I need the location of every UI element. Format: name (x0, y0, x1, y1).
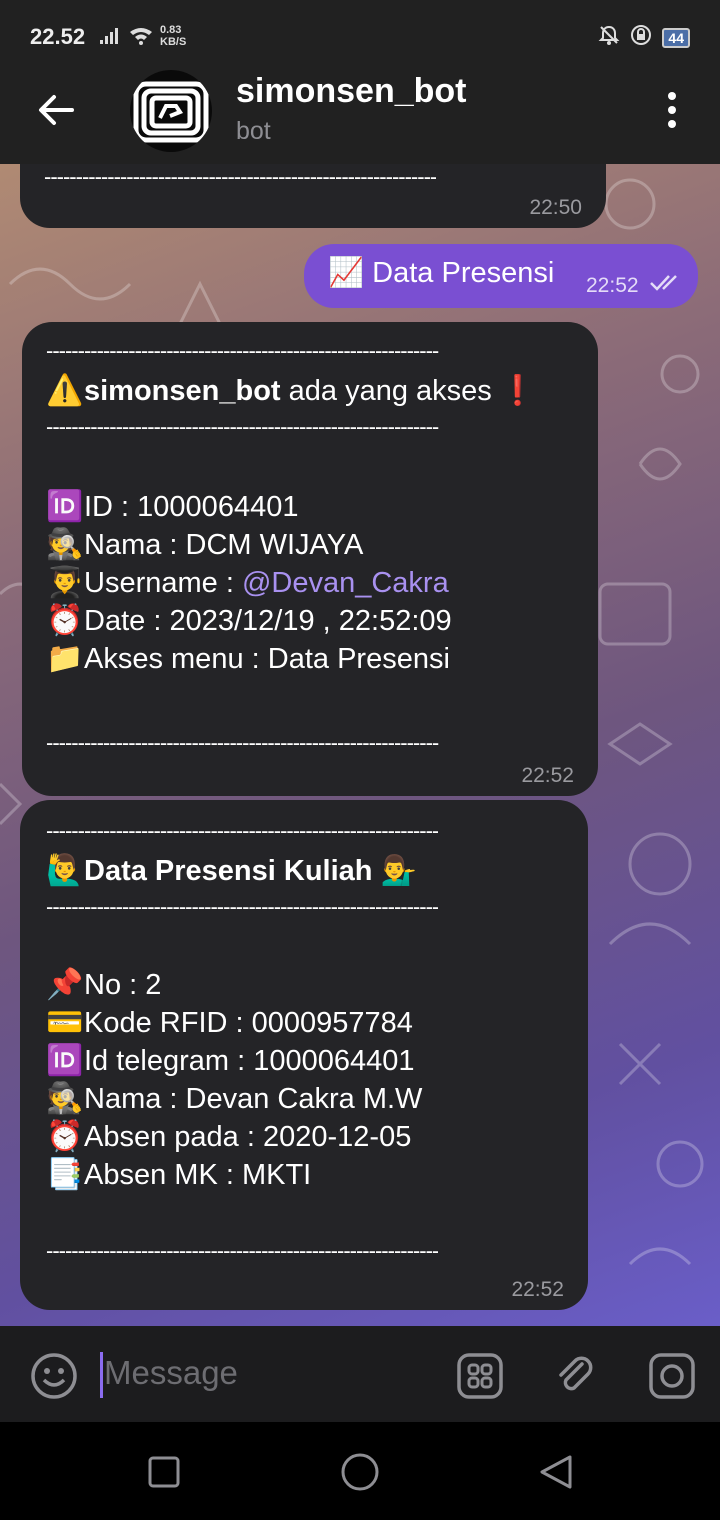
message-divider: ----------------------------------------… (46, 818, 439, 843)
chat-area[interactable]: ----------------------------------------… (0, 164, 720, 1326)
message-time: 22:50 (529, 196, 582, 219)
system-nav-bar (0, 1422, 720, 1520)
message-time: 22:52 (511, 1278, 564, 1301)
info-row-id: 🆔ID : 1000064401 (46, 488, 536, 526)
more-vert-icon[interactable] (660, 90, 684, 130)
home-icon[interactable] (340, 1452, 380, 1497)
id-icon: 🆔 (46, 490, 84, 523)
recents-icon[interactable] (148, 1456, 180, 1493)
info-row-telegram-id: 🆔Id telegram : 1000064401 (46, 1042, 438, 1080)
info-row-date: ⏰Absen pada : 2020-12-05 (46, 1118, 438, 1156)
info-row-username: 👨‍🎓Username : @Devan_Cakra (46, 564, 536, 602)
lock-rotation-icon (630, 24, 652, 51)
network-speed: 0.83 KB/S (160, 24, 187, 48)
bot-name: simonsen_bot (84, 375, 281, 407)
info-row-menu: 📁Akses menu : Data Presensi (46, 640, 536, 678)
back-triangle-icon[interactable] (538, 1454, 574, 1495)
attendance-header: 🙋‍♂️Data Presensi Kuliah 💁‍♂️ (46, 852, 438, 890)
folder-icon: 📁 (46, 642, 84, 675)
detective-icon: 🕵️ (46, 1082, 84, 1115)
info-row-name: 🕵️Nama : Devan Cakra M.W (46, 1080, 438, 1118)
info-row-course: 📑Absen MK : MKTI (46, 1156, 438, 1194)
message-divider: ----------------------------------------… (46, 1238, 439, 1263)
info-row-no: 📌No : 2 (46, 966, 438, 1004)
info-row-name: 🕵️Nama : DCM WIJAYA (46, 526, 536, 564)
signal-icon (100, 26, 156, 51)
message-divider: ----------------------------------------… (46, 894, 439, 919)
message-divider: ----------------------------------------… (46, 338, 439, 363)
back-arrow-icon[interactable] (34, 88, 78, 132)
chart-increasing-icon: 📈 (328, 257, 365, 289)
status-bar: 22.52 0.83 KB/S 44 (0, 0, 720, 70)
message-input[interactable]: Message (104, 1354, 238, 1392)
access-header: ⚠️simonsen_bot ada yang akses ❗ (46, 372, 536, 410)
bell-off-icon (598, 24, 620, 51)
message-bubble-outgoing[interactable]: 📈 Data Presensi 22:52 (304, 244, 698, 308)
info-row-rfid: 💳Kode RFID : 0000957784 (46, 1004, 438, 1042)
detective-icon: 🕵️ (46, 528, 84, 561)
tipping-hand-icon: 💁‍♂️ (380, 855, 417, 887)
emoji-icon[interactable] (30, 1352, 78, 1405)
chat-subtitle: bot (236, 117, 271, 145)
message-bubble-attendance[interactable]: ----------------------------------------… (20, 800, 588, 1310)
message-composer: Message (0, 1326, 720, 1422)
alarm-clock-icon: ⏰ (46, 604, 84, 637)
student-icon: 👨‍🎓 (46, 566, 84, 599)
bot-commands-icon[interactable] (456, 1352, 504, 1405)
chat-title[interactable]: simonsen_bot (236, 72, 466, 111)
message-time: 22:52 (521, 764, 574, 787)
attach-icon[interactable] (552, 1352, 600, 1405)
message-time: 22:52 (586, 274, 639, 297)
message-divider: ----------------------------------------… (46, 730, 439, 755)
message-divider: ----------------------------------------… (44, 164, 437, 189)
credit-card-icon: 💳 (46, 1006, 84, 1039)
exclamation-icon: ❗ (499, 375, 536, 407)
warning-icon: ⚠️ (46, 374, 84, 407)
document-icon: 📑 (46, 1158, 84, 1191)
info-row-date: ⏰Date : 2023/12/19 , 22:52:09 (46, 602, 536, 640)
text-cursor (100, 1352, 103, 1398)
status-time: 22.52 (30, 24, 86, 49)
double-check-icon (650, 274, 684, 297)
message-text: Data Presensi (372, 257, 555, 289)
message-bubble-previous[interactable]: ----------------------------------------… (20, 164, 606, 228)
username-link[interactable]: @Devan_Cakra (242, 567, 449, 599)
message-divider: ----------------------------------------… (46, 414, 439, 439)
camera-icon[interactable] (648, 1352, 696, 1405)
bot-avatar[interactable] (130, 70, 212, 152)
alarm-clock-icon: ⏰ (46, 1120, 84, 1153)
chat-header: simonsen_bot bot (0, 62, 720, 164)
battery-indicator: 44 (662, 27, 690, 48)
pushpin-icon: 📌 (46, 968, 84, 1001)
raising-hand-icon: 🙋‍♂️ (46, 854, 84, 887)
id-icon: 🆔 (46, 1044, 84, 1077)
message-bubble-access-log[interactable]: ----------------------------------------… (22, 322, 598, 796)
